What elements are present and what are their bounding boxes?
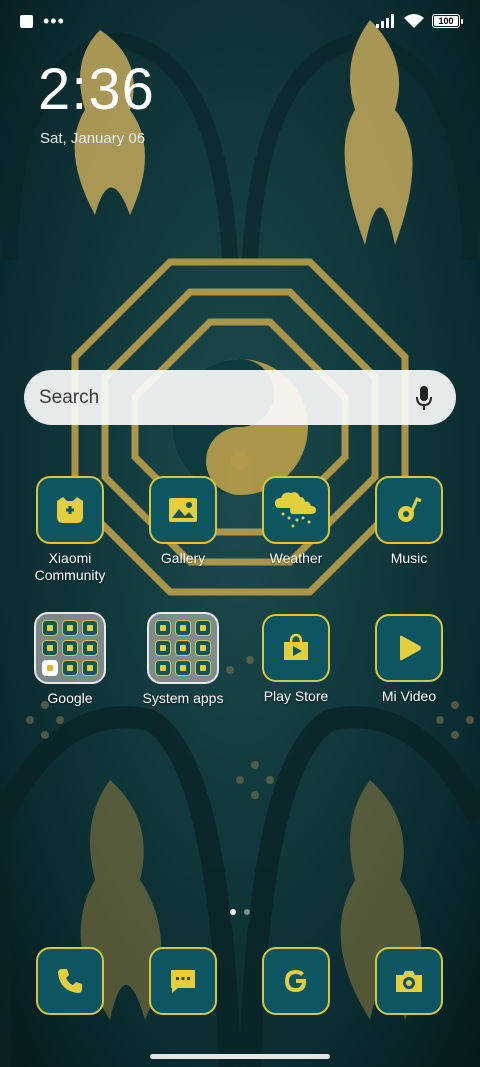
app-label: Play Store (263, 688, 329, 704)
app-label: Mi Video (381, 688, 437, 704)
mini-app-icon (195, 620, 211, 636)
app-gallery[interactable]: Gallery (128, 476, 238, 567)
system-apps-folder-icon[interactable] (147, 612, 219, 684)
app-label: Weather (269, 550, 323, 566)
mini-app-icon (62, 640, 78, 656)
xiaomi-community-icon[interactable] (36, 476, 104, 544)
status-right: 100 (376, 13, 463, 29)
mini-app-icon (62, 660, 78, 676)
google-folder-icon[interactable] (34, 612, 106, 684)
gallery-icon[interactable] (149, 476, 217, 544)
mini-app-icon (82, 620, 98, 636)
folder-google[interactable]: Google (15, 612, 125, 707)
app-label: System apps (142, 690, 224, 706)
clock-date[interactable]: Sat, January 06 (40, 130, 145, 147)
app-label: Google (47, 690, 93, 706)
mini-app-icon (195, 640, 211, 656)
status-bar: ••• 100 (0, 0, 480, 42)
mini-app-icon (42, 640, 58, 656)
status-left: ••• (20, 11, 65, 31)
mini-app-icon (155, 660, 171, 676)
page-dot (244, 909, 250, 915)
mini-app-icon (195, 660, 211, 676)
messages-icon (171, 970, 195, 993)
app-label: Xiaomi Community (34, 550, 106, 583)
signal-icon (376, 14, 394, 28)
mi-video-icon[interactable] (375, 614, 443, 682)
weather-icon[interactable] (262, 476, 330, 544)
app-music[interactable]: Music (354, 476, 464, 567)
notification-square-icon (20, 14, 33, 28)
page-dot-active (230, 909, 236, 915)
music-icon[interactable] (375, 476, 443, 544)
camera-icon (396, 971, 422, 992)
mini-app-icon (175, 660, 191, 676)
mini-app-icon (82, 640, 98, 656)
mini-app-icon (155, 620, 171, 636)
play-store-icon[interactable] (262, 614, 330, 682)
app-weather[interactable]: Weather (241, 476, 351, 567)
google-icon (285, 970, 307, 992)
folder-system-apps[interactable]: System apps (128, 612, 238, 707)
app-label: Music (390, 550, 428, 566)
mini-app-icon (42, 660, 58, 676)
mini-app-icon (175, 640, 191, 656)
app-xiaomi-community[interactable]: Xiaomi Community (15, 476, 125, 584)
search-bar[interactable]: Search (24, 370, 456, 425)
app-play-store[interactable]: Play Store (241, 614, 351, 705)
clock-time[interactable]: 2:36 (38, 56, 155, 123)
mini-app-icon (155, 640, 171, 656)
page-indicator (0, 909, 480, 915)
app-mi-video[interactable]: Mi Video (354, 614, 464, 705)
dock-camera[interactable] (375, 947, 443, 1015)
mini-app-icon (82, 660, 98, 676)
dock-messages[interactable] (149, 947, 217, 1015)
phone-icon (58, 969, 82, 993)
search-placeholder: Search (39, 386, 100, 408)
gesture-nav-handle[interactable] (150, 1054, 330, 1059)
battery-level-text: 100 (438, 16, 454, 26)
app-label: Gallery (160, 550, 206, 566)
mini-app-icon (175, 620, 191, 636)
mini-app-icon (62, 620, 78, 636)
mic-icon[interactable] (414, 384, 434, 412)
dock-phone[interactable] (36, 947, 104, 1015)
more-notifications-icon: ••• (43, 11, 65, 31)
battery-icon: 100 (432, 14, 463, 28)
mini-app-icon (42, 620, 58, 636)
dock-google[interactable] (262, 947, 330, 1015)
wifi-icon (404, 13, 424, 28)
